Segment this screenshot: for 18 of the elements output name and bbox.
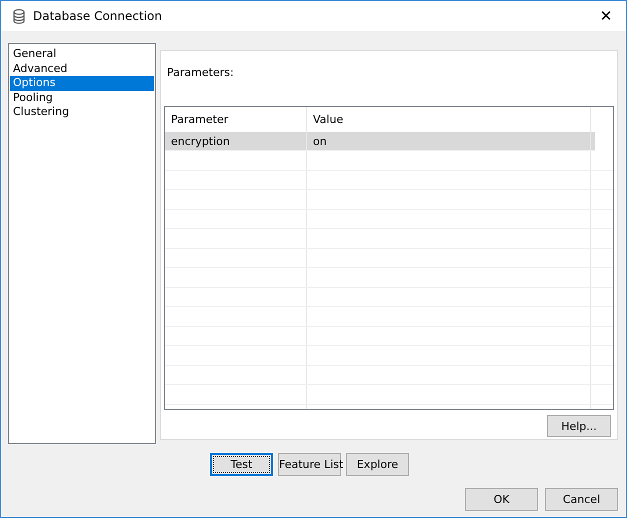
help-button[interactable]: Help... — [547, 415, 611, 437]
parameters-label: Parameters: — [166, 66, 235, 81]
close-button[interactable]: ✕ — [586, 1, 626, 31]
action-button[interactable]: Explore — [346, 453, 409, 476]
dialog-button[interactable]: OK — [465, 488, 538, 511]
window-title: Database Connection — [33, 9, 163, 23]
category-item[interactable]: Pooling — [10, 90, 154, 105]
category-item[interactable]: Advanced — [10, 62, 154, 76]
table-row[interactable]: encryption on — [165, 132, 595, 152]
category-item[interactable]: Options — [10, 76, 154, 90]
action-button[interactable]: Test — [210, 453, 273, 476]
category-item[interactable]: Clustering — [10, 105, 154, 120]
category-item[interactable]: General — [10, 47, 154, 62]
action-button[interactable]: Feature List — [278, 453, 341, 476]
table-cell: on — [307, 132, 591, 150]
database-icon — [13, 8, 25, 24]
table-cell: encryption — [165, 132, 307, 150]
dialog-button[interactable]: Cancel — [545, 488, 618, 511]
